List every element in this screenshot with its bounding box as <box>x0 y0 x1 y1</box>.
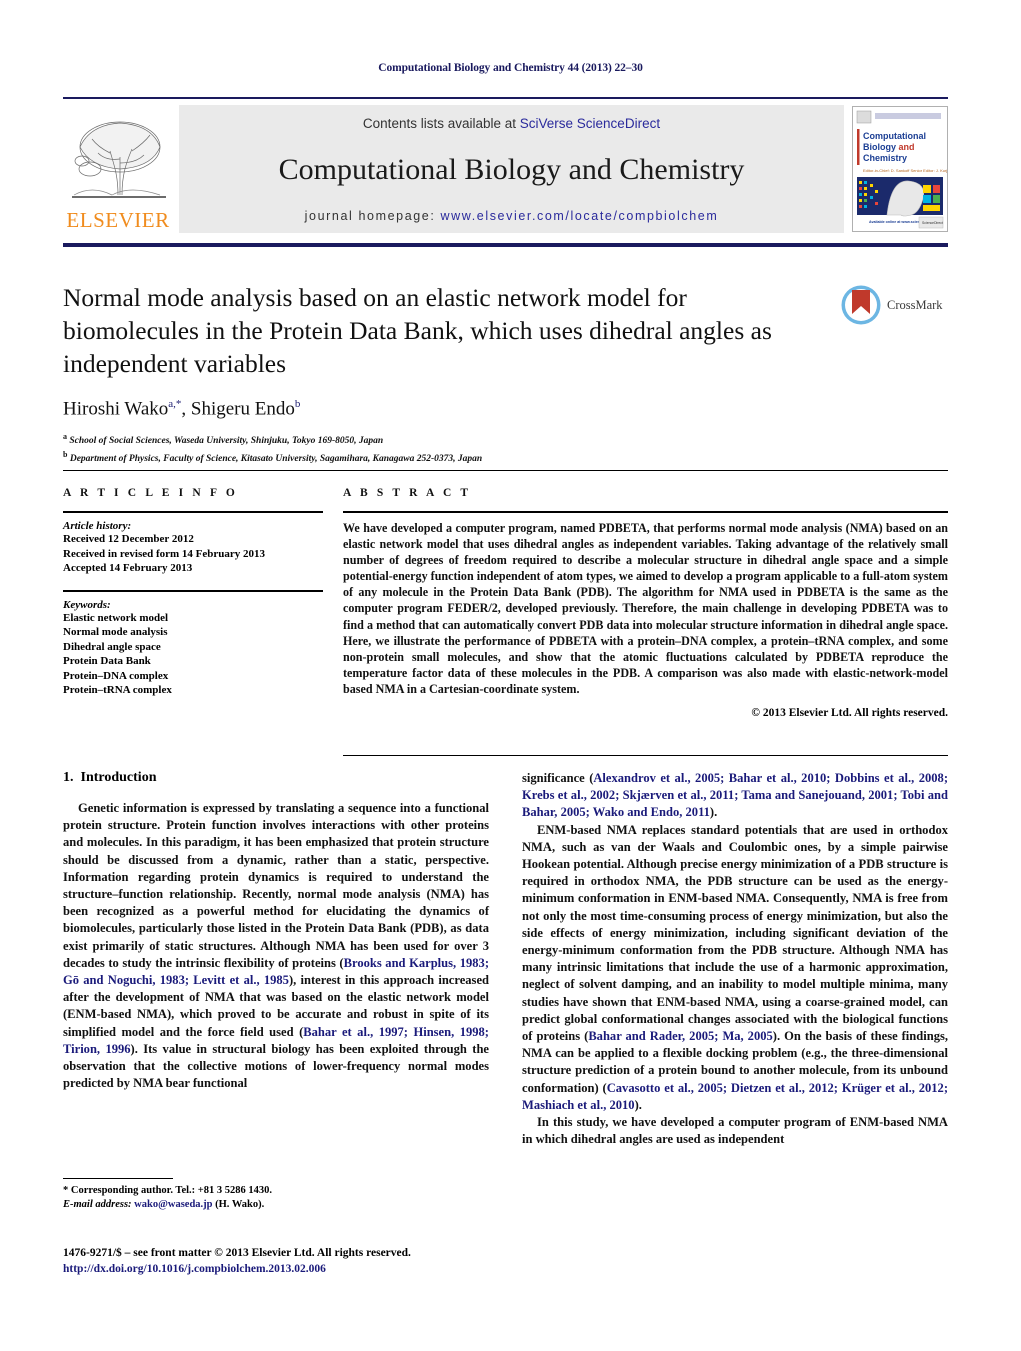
right-column: significance (Alexandrov et al., 2005; B… <box>522 770 948 1148</box>
abstract-heading: A B S T R A C T <box>343 487 472 499</box>
abstract-copyright: © 2013 Elsevier Ltd. All rights reserved… <box>751 707 948 720</box>
masthead-bottom-rule <box>63 243 948 247</box>
elsevier-logo: ELSEVIER <box>63 105 173 233</box>
left-column: 1. Introduction Genetic information is ex… <box>63 770 489 1148</box>
article-info-heading: A R T I C L E I N F O <box>63 487 238 499</box>
paragraph-right-1: significance (Alexandrov et al., 2005; B… <box>522 770 948 822</box>
body-text: Genetic information is expressed by tran… <box>63 801 489 970</box>
svg-text:Computational: Computational <box>863 131 926 141</box>
footnote-corresponding-line: * Corresponding author. Tel.: +81 3 5286… <box>63 1185 273 1196</box>
keywords-rule <box>63 589 323 592</box>
affiliation-a: a School of Social Sciences, Waseda Univ… <box>63 430 823 448</box>
imprint-block: 1476-9271/$ – see front matter © 2013 El… <box>63 1245 533 1277</box>
citation-link[interactable]: Bahar and Rader, 2005; Ma, 2005 <box>588 1029 772 1043</box>
section-number: 1. <box>63 770 74 785</box>
section-heading-introduction: 1. Introduction <box>63 770 489 786</box>
abstract-rule <box>343 511 948 513</box>
body-columns: 1. Introduction Genetic information is ex… <box>63 770 948 1148</box>
page-title: Normal mode analysis based on an elastic… <box>63 283 772 378</box>
running-head: Computational Biology and Chemistry 44 (… <box>378 62 643 74</box>
sciencedirect-link[interactable]: SciVerse ScienceDirect <box>520 116 660 131</box>
affiliation-b: b Department of Physics, Faculty of Scie… <box>63 448 823 466</box>
journal-title: Computational Biology and Chemistry <box>278 153 745 186</box>
body-text: In this study, we have developed a compu… <box>522 1115 948 1147</box>
abstract-column: A B S T R A C T We have developed a comp… <box>343 487 948 719</box>
crossmark-label: CrossMark <box>887 297 943 312</box>
cover-art-icon: Computational Biology and Chemistry Edit… <box>853 107 947 231</box>
keyword-5: Protein–tRNA complex <box>63 684 172 696</box>
article-title-block: Normal mode analysis based on an elastic… <box>63 281 823 467</box>
journal-article-page: Computational Biology and Chemistry 44 (… <box>0 0 1021 1351</box>
imprint-line: 1476-9271/$ – see front matter © 2013 El… <box>63 1247 411 1259</box>
svg-text:Chemistry: Chemistry <box>863 153 907 163</box>
abstract-bottom-rule <box>343 755 948 756</box>
journal-banner: Contents lists available at SciVerse Sci… <box>179 105 844 233</box>
paragraph-right-2: ENM-based NMA replaces standard potentia… <box>522 822 948 1114</box>
keyword-4: Protein–DNA complex <box>63 669 169 682</box>
article-history-0: Received 12 December 2012 <box>63 533 194 545</box>
affiliations: a School of Social Sciences, Waseda Univ… <box>63 430 823 466</box>
body-text: ENM-based NMA replaces standard potentia… <box>522 822 948 1044</box>
journal-cover-thumbnail: Computational Biology and Chemistry Edit… <box>852 106 948 232</box>
article-history-1: Received in revised form 14 February 201… <box>63 547 266 560</box>
svg-text:ScienceDirect: ScienceDirect <box>922 221 943 225</box>
doi-link[interactable]: http://dx.doi.org/10.1016/j.compbiolchem… <box>63 1261 533 1277</box>
homepage-url-link[interactable]: www.elsevier.com/locate/compbiolchem <box>441 209 719 223</box>
article-history-label: Article history: <box>63 520 132 532</box>
journal-masthead: ELSEVIER Contents lists available at Sci… <box>63 97 948 245</box>
corresponding-author-footnote: * Corresponding author. Tel.: +81 3 5286… <box>63 1178 489 1212</box>
keywords-label: Keywords: <box>63 598 111 611</box>
affiliation-b-text: Department of Physics, Faculty of Scienc… <box>69 454 483 465</box>
affiliation-a-text: School of Social Sciences, Waseda Univer… <box>69 436 384 447</box>
journal-homepage-line: journal homepage: www.elsevier.com/locat… <box>305 209 719 223</box>
contents-lists-prefix: Contents lists available at <box>362 116 520 131</box>
section-title: Introduction <box>80 770 157 785</box>
affiliation-a-marker: a <box>63 432 67 442</box>
affiliation-b-marker: b <box>63 450 68 460</box>
paragraph-right-3: In this study, we have developed a compu… <box>522 1114 948 1148</box>
email-suffix: (H. Wako). <box>215 1199 265 1210</box>
keyword-0: Elastic network model <box>63 611 169 624</box>
footnote-email-line: E-mail address: wako@waseda.jp (H. Wako)… <box>63 1198 489 1212</box>
info-abstract-block: A R T I C L E I N F O Article history: R… <box>63 470 948 719</box>
abstract-text: We have developed a computer program, na… <box>343 521 948 696</box>
contents-lists-line: Contents lists available at SciVerse Sci… <box>363 116 660 131</box>
paragraph-left-1: Genetic information is expressed by tran… <box>63 800 489 1092</box>
article-info-column: A R T I C L E I N F O Article history: R… <box>63 487 323 719</box>
article-history-2: Accepted 14 February 2013 <box>63 562 193 574</box>
footnote-rule <box>63 1178 173 1179</box>
svg-text:Editor-in-Chief: D. Sankoff S: Editor-in-Chief: D. Sankoff Senior Edito… <box>863 168 947 173</box>
email-link[interactable]: wako@waseda.jp <box>134 1199 212 1210</box>
keyword-1: Normal mode analysis <box>63 626 168 638</box>
article-info-rule <box>63 511 323 513</box>
body-text: ). <box>709 805 718 820</box>
crossmark-icon[interactable] <box>840 284 882 326</box>
crossmark-badge[interactable]: CrossMark <box>840 283 950 327</box>
elsevier-tree-icon <box>72 121 166 198</box>
svg-text:Biology and: Biology and <box>863 142 915 152</box>
body-text: ). <box>634 1097 642 1112</box>
elsevier-wordmark: ELSEVIER <box>66 208 170 232</box>
body-text: significance ( <box>522 771 594 785</box>
keyword-3: Protein Data Bank <box>63 655 151 667</box>
keyword-2: Dihedral angle space <box>63 640 161 653</box>
author-list: Hiroshi Wakoa,*, Shigeru Endob <box>63 398 301 420</box>
email-label: E-mail address: <box>63 1199 132 1210</box>
homepage-prefix: journal homepage: <box>304 209 441 223</box>
